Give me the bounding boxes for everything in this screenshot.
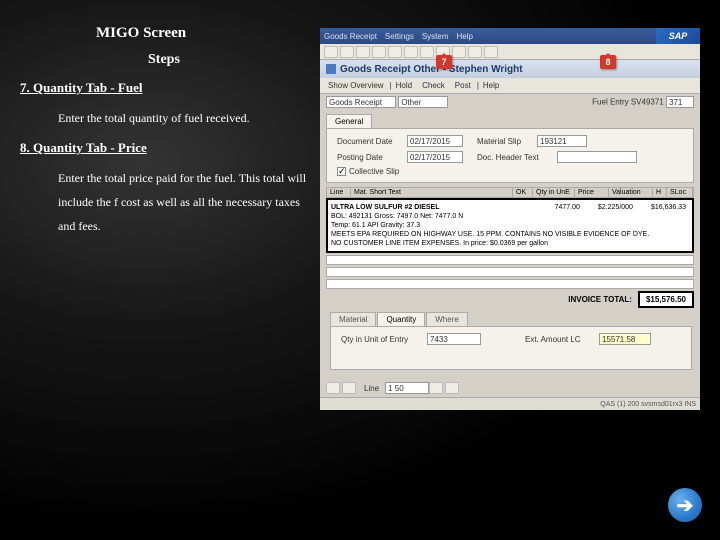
ref-dropdown[interactable]: Other xyxy=(398,96,448,108)
posting-date-input[interactable]: 02/17/2015 xyxy=(407,151,463,163)
arrow-right-icon: ➔ xyxy=(677,493,694,518)
coll-slip-label: Collective Slip xyxy=(349,167,399,176)
doc-date-label: Document Date xyxy=(337,137,407,146)
col-sloc: SLoc xyxy=(667,188,693,197)
sap-menubar: Goods Receipt Settings System Help SAP xyxy=(320,28,700,44)
step-7-heading: 7. Quantity Tab - Fuel xyxy=(20,80,310,96)
status-bar: QAS (1) 200 svsmsd01rx3 INS xyxy=(320,397,700,410)
blank-row[interactable] xyxy=(326,267,694,277)
btn-post[interactable]: Post xyxy=(451,80,475,91)
detail-amount: $16,636.33 xyxy=(651,203,686,212)
general-panel: Document Date 02/17/2015 Material Slip 1… xyxy=(326,128,694,183)
tab-quantity[interactable]: Quantity xyxy=(377,312,425,326)
tb-btn[interactable] xyxy=(356,46,370,58)
invoice-total-row: INVOICE TOTAL: $15,576.50 xyxy=(326,291,694,308)
tb-btn[interactable] xyxy=(420,46,434,58)
menu-settings[interactable]: Settings xyxy=(385,32,414,41)
tb-btn[interactable] xyxy=(452,46,466,58)
fuel-entry-input[interactable]: 371 xyxy=(666,96,694,108)
col-mat: Mat. Short Text xyxy=(351,188,513,197)
inst-subtitle: Steps xyxy=(148,52,310,68)
qty-unit-label: Qty in Unit of Entry xyxy=(341,335,427,344)
sap-window: Goods Receipt Settings System Help SAP G… xyxy=(320,28,700,410)
ext-amount-input[interactable]: 15571.58 xyxy=(599,333,651,345)
line-label: Line xyxy=(364,384,379,393)
detail-l4: MEETS EPA REQUIRED ON HIGHWAY USE. 15 PP… xyxy=(331,230,689,239)
ext-amount-label: Ext. Amount LC xyxy=(525,335,599,344)
mat-slip-label: Material Slip xyxy=(477,137,537,146)
invoice-total-label: INVOICE TOTAL: xyxy=(568,295,632,304)
action-dropdown[interactable]: Goods Receipt xyxy=(326,96,396,108)
line-item-detail: 7477.00 $2.225/000 $16,636.33 ULTRA LOW … xyxy=(326,198,694,253)
btn-hold[interactable]: Hold xyxy=(392,80,416,91)
detail-l5: NO CUSTOMER LINE ITEM EXPENSES. In price… xyxy=(331,239,689,248)
menu-help[interactable]: Help xyxy=(457,32,473,41)
instruction-panel: MIGO Screen Steps 7. Quantity Tab - Fuel… xyxy=(20,25,310,248)
marker-7: 7 xyxy=(436,55,452,69)
detail-unit-price: $2.225/000 xyxy=(598,203,633,212)
mat-slip-input[interactable]: 193121 xyxy=(537,135,587,147)
step-7-body: Enter the total quantity of fuel receive… xyxy=(58,106,310,130)
qty-unit-input[interactable]: 7433 xyxy=(427,333,481,345)
invoice-total-amount: $15,576.50 xyxy=(638,291,694,308)
coll-slip-checkbox[interactable] xyxy=(337,167,346,176)
screen-title-text: Goods Receipt Other - Stephen Wright xyxy=(340,64,523,75)
col-ok: OK xyxy=(513,188,533,197)
tb-btn[interactable] xyxy=(468,46,482,58)
col-h: H xyxy=(653,188,667,197)
detail-l3: Temp: 61.1 API Gravity: 37.3 xyxy=(331,221,689,230)
detail-qty: 7477.00 xyxy=(555,203,580,212)
menu-system[interactable]: System xyxy=(422,32,449,41)
sap-logo: SAP xyxy=(656,28,700,44)
hdr-text-label: Doc. Header Text xyxy=(477,153,557,162)
nav-first-icon[interactable] xyxy=(326,382,340,394)
col-price: Price xyxy=(575,188,609,197)
tab-material[interactable]: Material xyxy=(330,312,376,326)
col-line: Line xyxy=(327,188,351,197)
tb-btn[interactable] xyxy=(372,46,386,58)
tb-btn[interactable] xyxy=(484,46,498,58)
status-text: QAS (1) 200 svsmsd01rx3 INS xyxy=(600,401,696,408)
tb-btn[interactable] xyxy=(388,46,402,58)
menu-goods-receipt[interactable]: Goods Receipt xyxy=(324,32,377,41)
detail-l2: BOL: 492131 Gross: 7497.0 Net: 7477.0 N xyxy=(331,212,689,221)
table-header: Line Mat. Short Text OK Qty in UnE Price… xyxy=(326,187,694,198)
step-8-body: Enter the total price paid for the fuel.… xyxy=(58,166,310,238)
nav-prev-icon[interactable] xyxy=(342,382,356,394)
blank-row[interactable] xyxy=(326,279,694,289)
inst-title: MIGO Screen xyxy=(96,25,310,42)
sap-app-toolbar: Show Overview| Hold Check Post| Help xyxy=(320,78,700,94)
btn-help[interactable]: Help xyxy=(479,80,503,91)
tab-general[interactable]: General xyxy=(326,114,372,128)
receipt-icon xyxy=(326,64,336,74)
fuel-entry-label: Fuel Entry SV49371 xyxy=(592,98,664,107)
tab-where[interactable]: Where xyxy=(426,312,468,326)
blank-row[interactable] xyxy=(326,255,694,265)
tb-btn[interactable] xyxy=(324,46,338,58)
line-input[interactable]: 1 50 xyxy=(385,382,429,394)
doc-date-input[interactable]: 02/17/2015 xyxy=(407,135,463,147)
col-qty: Qty in UnE xyxy=(533,188,575,197)
btn-check[interactable]: Check xyxy=(418,80,449,91)
nav-last-icon[interactable] xyxy=(445,382,459,394)
hdr-text-input[interactable] xyxy=(557,151,637,163)
posting-date-label: Posting Date xyxy=(337,153,407,162)
sap-screen-title: Goods Receipt Other - Stephen Wright xyxy=(320,60,700,78)
col-valuation: Valuation xyxy=(609,188,653,197)
btn-show-overview[interactable]: Show Overview xyxy=(324,80,388,91)
marker-8: 8 xyxy=(600,55,616,69)
nav-next-icon[interactable] xyxy=(429,382,443,394)
tb-btn[interactable] xyxy=(404,46,418,58)
quantity-panel: Qty in Unit of Entry 7433 Ext. Amount LC… xyxy=(330,326,692,370)
next-slide-button[interactable]: ➔ xyxy=(668,488,702,522)
step-8-heading: 8. Quantity Tab - Price xyxy=(20,140,310,156)
sap-std-toolbar xyxy=(320,44,700,60)
tb-btn[interactable] xyxy=(340,46,354,58)
